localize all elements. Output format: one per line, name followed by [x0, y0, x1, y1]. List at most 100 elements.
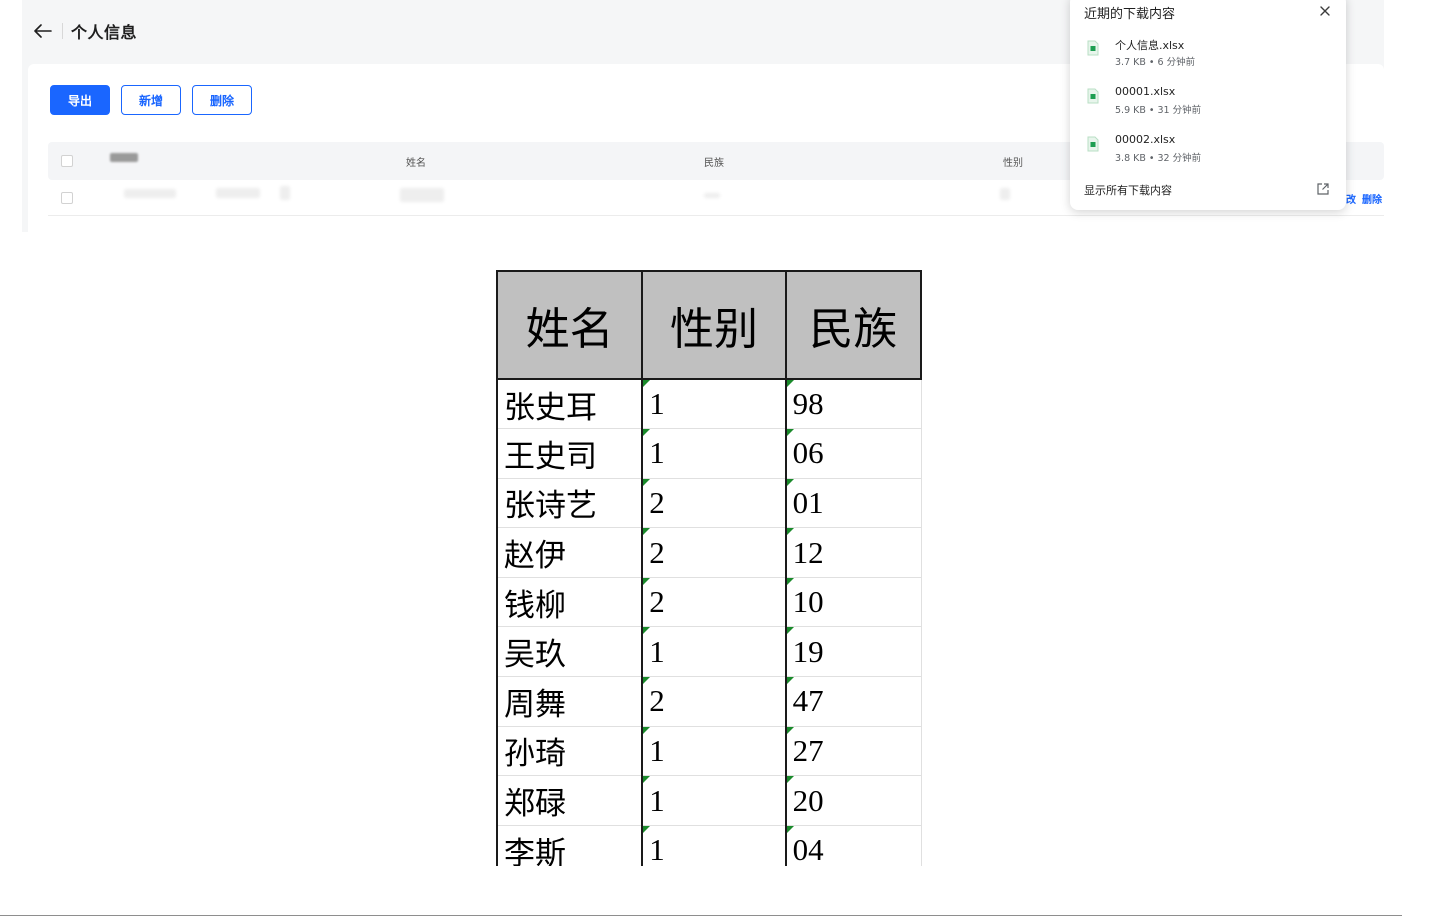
- spreadsheet-preview: 姓名 性别 民族 张史耳 1 98 王史司 1 06 张诗艺 2 01 赵伊 2 12 钱柳 2 10 吴玖 1…: [496, 270, 922, 866]
- text-number-marker-icon: [643, 380, 651, 387]
- cell-text: 98: [792, 386, 824, 422]
- close-icon: [1320, 6, 1330, 16]
- sheet-ethnicity-cell[interactable]: 20: [785, 775, 922, 826]
- sheet-ethnicity-cell[interactable]: 12: [785, 527, 922, 578]
- delete-button[interactable]: 删除: [192, 85, 252, 115]
- sheet-name-cell[interactable]: 王史司: [496, 428, 644, 479]
- sheet-ethnicity-cell[interactable]: 47: [785, 676, 922, 727]
- sheet-gender-cell[interactable]: 1: [642, 825, 787, 866]
- sheet-name-cell[interactable]: 钱柳: [496, 577, 644, 628]
- row-delete-link[interactable]: 删除: [1362, 191, 1382, 206]
- cell-text: 张史耳: [504, 389, 597, 425]
- back-button[interactable]: [26, 14, 60, 48]
- blurred-cell: [280, 186, 290, 200]
- spreadsheet-row: 郑碌 1 20: [496, 775, 922, 826]
- sheet-name-cell[interactable]: 李斯: [496, 825, 644, 866]
- sheet-gender-cell[interactable]: 2: [642, 527, 787, 578]
- blurred-cell: [1000, 188, 1010, 200]
- spreadsheet-row: 王史司 1 06: [496, 428, 922, 479]
- download-file-meta: 3.8 KB • 32 分钟前: [1115, 153, 1202, 164]
- sheet-gender-cell[interactable]: 1: [642, 726, 787, 777]
- cell-text: 1: [649, 435, 665, 471]
- text-number-marker-icon: [643, 825, 651, 833]
- cell-text: 27: [792, 732, 824, 768]
- sheet-ethnicity-cell[interactable]: 04: [785, 825, 922, 866]
- spreadsheet-header-row: 姓名 性别 民族: [496, 270, 922, 380]
- export-button[interactable]: 导出: [50, 85, 110, 115]
- download-file-meta: 3.7 KB • 6 分钟前: [1115, 57, 1196, 68]
- blurred-cell: [704, 193, 720, 198]
- text-number-marker-icon: [643, 726, 651, 734]
- cell-text: 张诗艺: [504, 488, 597, 524]
- row-checkbox[interactable]: [61, 192, 73, 204]
- text-number-marker-icon: [786, 726, 794, 734]
- divider-line: [0, 915, 1402, 916]
- cell-text: 2: [649, 584, 665, 620]
- add-button[interactable]: 新增: [121, 85, 181, 115]
- sheet-name-cell[interactable]: 孙琦: [496, 726, 644, 777]
- show-all-downloads-link[interactable]: 显示所有下载内容: [1084, 182, 1172, 198]
- spreadsheet-row: 吴玖 1 19: [496, 626, 922, 678]
- arrow-left-icon: [34, 24, 52, 38]
- spreadsheet-row: 李斯 1 04: [496, 825, 922, 866]
- cell-text: 周舞: [504, 686, 566, 722]
- downloads-title: 近期的下载内容: [1084, 7, 1176, 22]
- cell-text: 1: [649, 732, 665, 768]
- cell-text: 王史司: [504, 438, 597, 474]
- cell-text: 12: [792, 534, 824, 570]
- cell-text: 19: [792, 633, 824, 669]
- open-external-icon[interactable]: [1316, 182, 1330, 196]
- text-number-marker-icon: [786, 380, 794, 387]
- sheet-ethnicity-cell[interactable]: 10: [785, 577, 922, 628]
- blurred-cell: [400, 188, 444, 202]
- sheet-name-cell[interactable]: 赵伊: [496, 527, 644, 578]
- cell-text: 2: [649, 683, 665, 719]
- download-item[interactable]: 00002.xlsx 3.8 KB • 32 分钟前: [1070, 128, 1346, 172]
- downloads-popup: 近期的下载内容 个人信息.xlsx 3.7 KB • 6 分钟前 00001.x…: [1070, 0, 1346, 210]
- download-item[interactable]: 个人信息.xlsx 3.7 KB • 6 分钟前: [1070, 32, 1346, 76]
- page-title: 个人信息: [71, 23, 138, 42]
- download-file-name: 00001.xlsx: [1115, 85, 1176, 98]
- text-number-marker-icon: [643, 776, 651, 784]
- sheet-ethnicity-cell[interactable]: 98: [785, 378, 922, 430]
- text-number-marker-icon: [643, 478, 651, 486]
- spreadsheet-row: 孙琦 1 27: [496, 726, 922, 777]
- text-number-marker-icon: [786, 677, 794, 685]
- header-divider: [62, 23, 63, 39]
- select-all-checkbox[interactable]: [61, 155, 73, 167]
- text-number-marker-icon: [786, 627, 794, 635]
- sheet-ethnicity-cell[interactable]: 01: [785, 478, 922, 529]
- cell-text: 47: [792, 683, 824, 719]
- sheet-name-cell[interactable]: 郑碌: [496, 775, 644, 826]
- download-item[interactable]: 00001.xlsx 5.9 KB • 31 分钟前: [1070, 80, 1346, 124]
- sheet-gender-cell[interactable]: 1: [642, 428, 787, 479]
- cell-text: 2: [649, 534, 665, 570]
- spreadsheet-file-icon: [1087, 88, 1099, 104]
- sheet-name-cell[interactable]: 周舞: [496, 676, 644, 727]
- sheet-name-cell[interactable]: 吴玖: [496, 626, 644, 678]
- sheet-name-cell[interactable]: 张诗艺: [496, 478, 644, 529]
- text-number-marker-icon: [786, 528, 794, 536]
- text-number-marker-icon: [786, 825, 794, 833]
- row-edit-link[interactable]: 改: [1346, 191, 1356, 206]
- spreadsheet-row: 张史耳 1 98: [496, 378, 922, 430]
- spreadsheet-row: 张诗艺 2 01: [496, 478, 922, 529]
- sheet-gender-cell[interactable]: 1: [642, 626, 787, 678]
- sheet-gender-cell[interactable]: 1: [642, 775, 787, 826]
- cell-text: 1: [649, 782, 665, 818]
- sheet-gender-cell[interactable]: 2: [642, 478, 787, 529]
- sheet-ethnicity-cell[interactable]: 06: [785, 428, 922, 479]
- sheet-gender-cell[interactable]: 2: [642, 577, 787, 628]
- download-file-name: 00002.xlsx: [1115, 133, 1176, 146]
- sheet-gender-cell[interactable]: 1: [642, 378, 787, 430]
- blurred-cell: [216, 188, 260, 198]
- cell-text: 1: [649, 386, 665, 422]
- cell-text: 赵伊: [504, 538, 566, 574]
- text-number-marker-icon: [643, 528, 651, 536]
- close-button[interactable]: [1316, 2, 1334, 20]
- sheet-ethnicity-cell[interactable]: 27: [785, 726, 922, 777]
- cell-text: 郑碌: [504, 786, 566, 822]
- sheet-gender-cell[interactable]: 2: [642, 676, 787, 727]
- sheet-ethnicity-cell[interactable]: 19: [785, 626, 922, 678]
- sheet-name-cell[interactable]: 张史耳: [496, 378, 644, 430]
